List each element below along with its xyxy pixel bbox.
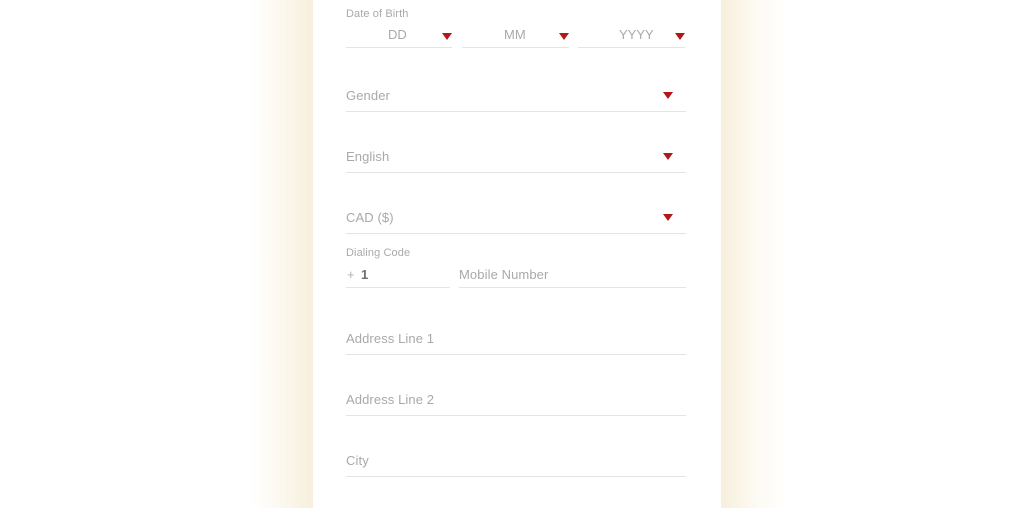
mobile-number-input[interactable]: Mobile Number	[459, 265, 686, 288]
chevron-down-icon	[675, 33, 685, 40]
dialing-code-label: Dialing Code	[346, 247, 411, 259]
field-underline	[346, 354, 686, 355]
field-underline	[346, 287, 450, 288]
currency-select[interactable]: CAD ($)	[346, 208, 686, 234]
city-input[interactable]: City	[346, 451, 686, 477]
registration-form-card: Date of Birth DD MM YYYY Gender English …	[313, 0, 721, 508]
language-select[interactable]: English	[346, 147, 686, 173]
field-underline	[462, 47, 569, 48]
dialing-code-prefix: +	[347, 267, 355, 282]
date-of-birth-month-select[interactable]: MM	[462, 24, 569, 48]
address-line-2-input[interactable]: Address Line 2	[346, 390, 686, 416]
language-value: English	[346, 149, 390, 164]
dialing-code-value: 1	[361, 267, 369, 282]
city-placeholder: City	[346, 453, 369, 468]
field-underline	[346, 415, 686, 416]
dialing-code-input[interactable]: + 1	[346, 265, 450, 288]
gender-select[interactable]: Gender	[346, 86, 686, 112]
background-band-left	[250, 0, 313, 508]
field-underline	[346, 172, 686, 173]
address-line-1-input[interactable]: Address Line 1	[346, 329, 686, 355]
date-of-birth-year-placeholder: YYYY	[619, 27, 654, 42]
address-line-1-placeholder: Address Line 1	[346, 331, 435, 346]
phone-group: Dialing Code + 1 Mobile Number	[346, 247, 686, 288]
field-underline	[346, 111, 686, 112]
page-root: Date of Birth DD MM YYYY Gender English …	[0, 0, 1031, 508]
date-of-birth-year-select[interactable]: YYYY	[578, 24, 685, 48]
date-of-birth-month-placeholder: MM	[504, 27, 526, 42]
address-line-2-placeholder: Address Line 2	[346, 392, 435, 407]
date-of-birth-group: Date of Birth DD MM YYYY	[346, 8, 686, 48]
chevron-down-icon	[663, 214, 673, 221]
chevron-down-icon	[663, 153, 673, 160]
date-of-birth-label: Date of Birth	[346, 8, 409, 20]
field-underline	[346, 233, 686, 234]
date-of-birth-day-select[interactable]: DD	[346, 24, 452, 48]
chevron-down-icon	[442, 33, 452, 40]
field-underline	[346, 47, 452, 48]
chevron-down-icon	[559, 33, 569, 40]
currency-value: CAD ($)	[346, 210, 394, 225]
date-of-birth-day-placeholder: DD	[388, 27, 407, 42]
field-underline	[459, 287, 686, 288]
field-underline	[346, 476, 686, 477]
background-band-right	[721, 0, 789, 508]
mobile-number-placeholder: Mobile Number	[459, 267, 549, 282]
field-underline	[578, 47, 685, 48]
chevron-down-icon	[663, 92, 673, 99]
gender-placeholder: Gender	[346, 88, 390, 103]
